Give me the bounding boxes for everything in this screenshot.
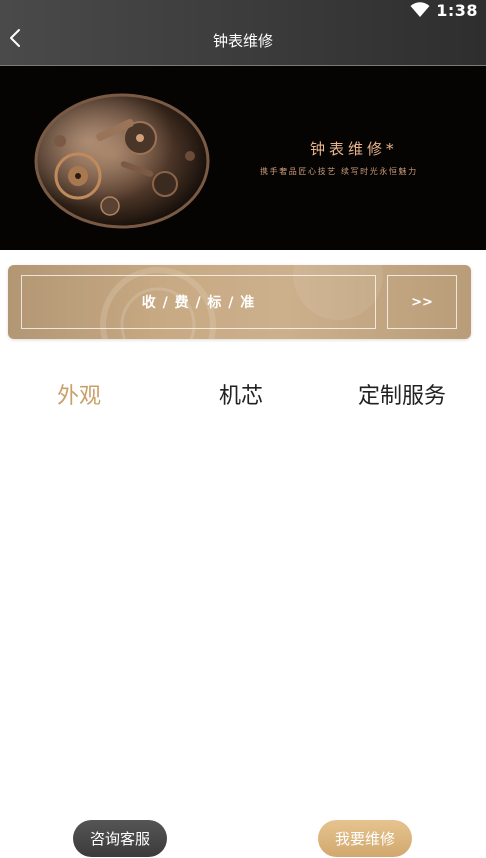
tab-custom-service[interactable]: 定制服务 bbox=[358, 378, 446, 410]
tab-movement[interactable]: 机芯 bbox=[219, 378, 263, 410]
page-title: 钟表维修 bbox=[212, 32, 273, 50]
app-header: 1:38 钟表维修 bbox=[0, 0, 486, 66]
fee-standard-panel: 收 / 费 / 标 / 准 >> bbox=[8, 265, 471, 339]
tab-appearance[interactable]: 外观 bbox=[57, 378, 101, 410]
fee-more-button[interactable]: >> bbox=[387, 275, 457, 329]
status-bar: 1:38 bbox=[410, 0, 478, 20]
fee-standard-button[interactable]: 收 / 费 / 标 / 准 bbox=[21, 275, 376, 329]
banner-subtitle: 携手奢品匠心技艺 续写时光永恒魅力 bbox=[260, 167, 418, 176]
banner-title: 钟表维修* bbox=[310, 140, 398, 158]
banner: 钟表维修* 携手奢品匠心技艺 续写时光永恒魅力 bbox=[0, 66, 486, 250]
wifi-icon bbox=[410, 2, 430, 17]
fee-standard-label: 收 / 费 / 标 / 准 bbox=[141, 295, 256, 311]
watch-movement-image bbox=[34, 93, 222, 229]
fee-more-label: >> bbox=[411, 294, 433, 310]
consult-service-button[interactable]: 咨询客服 bbox=[73, 820, 167, 857]
request-repair-button[interactable]: 我要维修 bbox=[318, 820, 412, 857]
status-time: 1:38 bbox=[436, 0, 478, 20]
